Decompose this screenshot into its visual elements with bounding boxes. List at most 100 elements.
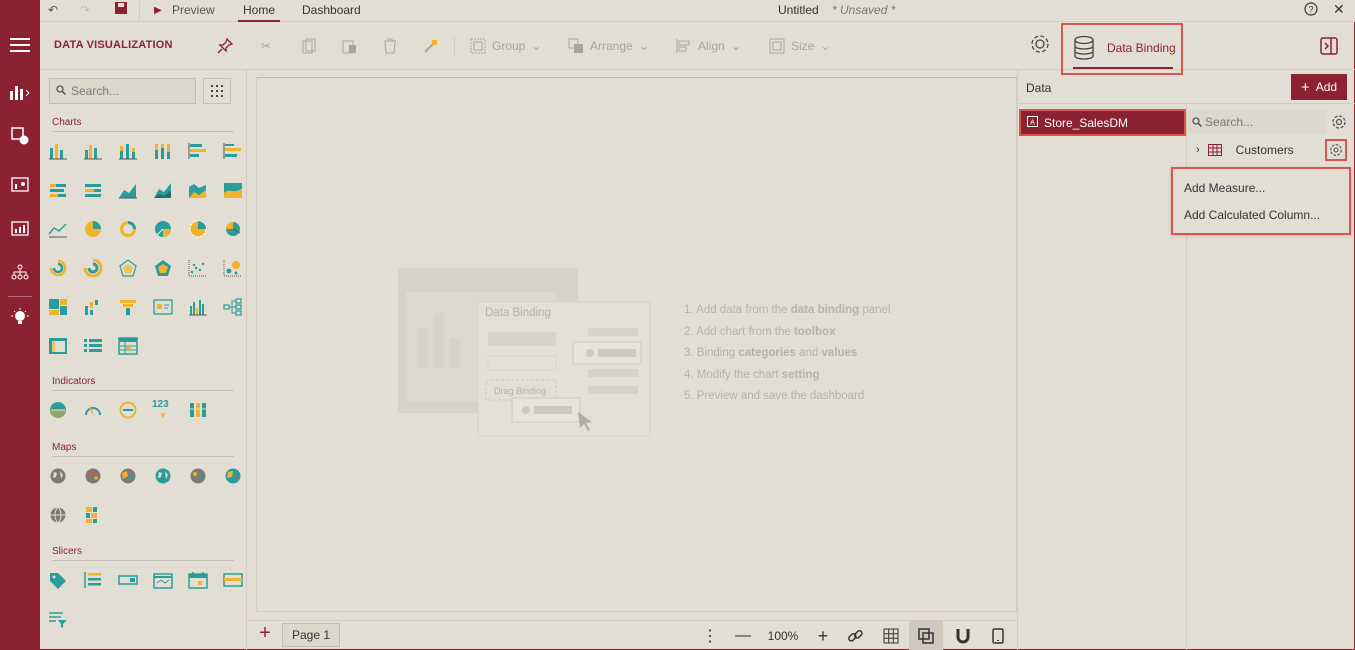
bubble-map-icon[interactable]: [83, 467, 103, 485]
pivot-grid-icon[interactable]: [48, 337, 68, 355]
redo-icon[interactable]: ↷: [80, 3, 90, 17]
zoom-out-icon[interactable]: —: [733, 626, 753, 646]
hamburger-menu-icon[interactable]: [6, 31, 34, 59]
radar-chart-icon[interactable]: [118, 259, 138, 277]
tile-map-icon[interactable]: [83, 506, 103, 524]
settings-gear-icon[interactable]: [1028, 34, 1052, 54]
polar-chart-icon[interactable]: [153, 259, 173, 277]
cut-icon[interactable]: ✂: [261, 36, 271, 56]
size-button[interactable]: Size ⌄: [769, 36, 830, 56]
card-chart-icon[interactable]: [153, 298, 173, 316]
more-options-icon[interactable]: ⋮: [700, 626, 720, 646]
pie-chart-icon[interactable]: [83, 220, 103, 238]
pie-of-pie-chart-icon[interactable]: [153, 220, 173, 238]
undo-icon[interactable]: ↶: [48, 3, 58, 17]
filled-map-icon[interactable]: [118, 467, 138, 485]
charts-nav-icon[interactable]: [6, 78, 34, 106]
area-100-chart-icon[interactable]: [188, 181, 208, 199]
add-calculated-column-menu-item[interactable]: Add Calculated Column...: [1184, 208, 1320, 222]
table-grid-icon[interactable]: [118, 337, 138, 355]
mobile-view-icon[interactable]: [988, 626, 1008, 646]
grid-view-button[interactable]: [203, 78, 231, 104]
radial-bar-chart-icon[interactable]: [48, 259, 68, 277]
schema-settings-gear-icon[interactable]: [1331, 114, 1347, 133]
heat-map-geo-icon[interactable]: [223, 467, 243, 485]
bubble-chart-icon[interactable]: [223, 259, 243, 277]
waterfall-chart-icon[interactable]: [83, 298, 103, 316]
clustered-bar-chart-icon[interactable]: [223, 142, 243, 160]
treemap-chart-icon[interactable]: [48, 298, 68, 316]
tab-dashboard[interactable]: Dashboard: [302, 3, 361, 17]
heatmap-chart-icon[interactable]: [188, 298, 208, 316]
dashboards-nav-icon[interactable]: [6, 214, 34, 242]
date-picker-slicer-icon[interactable]: [188, 571, 208, 589]
tab-home[interactable]: Home: [238, 0, 280, 22]
arrange-button[interactable]: Arrange ⌄: [568, 36, 649, 56]
schema-search-input[interactable]: Search...: [1188, 110, 1326, 134]
lightbulb-icon[interactable]: [6, 303, 34, 331]
shapes-nav-icon[interactable]: [6, 122, 34, 150]
play-icon[interactable]: ▶: [154, 5, 162, 16]
number-indicator-icon[interactable]: 123 ▼: [152, 399, 174, 420]
globe-map-icon[interactable]: [48, 506, 68, 524]
close-icon[interactable]: ✕: [1333, 1, 1345, 18]
grid-lines-icon[interactable]: [881, 626, 901, 646]
snap-to-objects-icon[interactable]: [909, 621, 943, 650]
choropleth-map-icon[interactable]: [153, 467, 173, 485]
funnel-chart-icon[interactable]: [118, 298, 138, 316]
hierarchy-chart-icon[interactable]: [223, 298, 243, 316]
add-data-button[interactable]: + Add: [1291, 74, 1347, 100]
zoom-level[interactable]: 100%: [762, 626, 804, 646]
magnet-icon[interactable]: [953, 626, 973, 646]
pin-icon[interactable]: [217, 36, 233, 56]
list-slicer-icon[interactable]: [83, 571, 103, 589]
table-settings-gear-icon[interactable]: [1325, 139, 1347, 161]
line-chart-icon[interactable]: [48, 220, 68, 238]
combo-box-slicer-icon[interactable]: [118, 571, 138, 589]
collapse-panel-icon[interactable]: [1320, 36, 1338, 56]
help-icon[interactable]: ?: [1304, 2, 1318, 19]
stacked-area-chart-icon[interactable]: [153, 181, 173, 199]
scatter-chart-icon[interactable]: [188, 259, 208, 277]
zoom-in-icon[interactable]: +: [813, 626, 833, 646]
column-chart-icon[interactable]: [48, 142, 68, 160]
stacked-bar-chart-icon[interactable]: [48, 181, 68, 199]
doughnut-chart-icon[interactable]: [118, 220, 138, 238]
format-painter-icon[interactable]: [423, 36, 439, 56]
world-map-icon[interactable]: [48, 467, 68, 485]
sunburst-chart-icon[interactable]: [83, 259, 103, 277]
add-measure-menu-item[interactable]: Add Measure...: [1184, 181, 1265, 195]
data-binding-tab[interactable]: Data Binding: [1061, 23, 1183, 75]
hierarchy-nav-icon[interactable]: [6, 258, 34, 286]
bar-chart-icon[interactable]: [188, 142, 208, 160]
group-button[interactable]: Group ⌄: [470, 36, 541, 56]
kpi-card-icon[interactable]: [48, 401, 68, 419]
delete-icon[interactable]: [383, 36, 397, 56]
link-icon[interactable]: [845, 626, 865, 646]
tree-item-customers[interactable]: › Customers: [1196, 143, 1294, 157]
stacked-100-column-icon[interactable]: [153, 142, 173, 160]
data-sources-nav-icon[interactable]: [6, 170, 34, 198]
marker-map-icon[interactable]: [188, 467, 208, 485]
list-grid-icon[interactable]: [83, 337, 103, 355]
paste-icon[interactable]: [341, 36, 357, 56]
chevron-right-icon[interactable]: ›: [1196, 144, 1200, 156]
stacked-100-bar-icon[interactable]: [83, 181, 103, 199]
preview-button[interactable]: Preview: [172, 3, 215, 17]
align-button[interactable]: Align ⌄: [676, 36, 741, 56]
copy-icon[interactable]: [302, 36, 316, 56]
add-page-icon[interactable]: +: [255, 622, 275, 644]
save-icon[interactable]: [115, 2, 127, 17]
number-card-icon[interactable]: [118, 401, 138, 419]
gauge-icon[interactable]: [83, 401, 103, 419]
filter-list-icon[interactable]: [48, 610, 68, 628]
stacked-column-chart-icon[interactable]: [118, 142, 138, 160]
progress-bar-icon[interactable]: [188, 401, 208, 419]
toolbox-search-input[interactable]: Search...: [49, 78, 196, 104]
page-tab[interactable]: Page 1: [282, 623, 340, 647]
clustered-column-chart-icon[interactable]: [83, 142, 103, 160]
funnel-pie-chart-icon[interactable]: [188, 220, 208, 238]
datasource-item[interactable]: A Store_SalesDM: [1019, 109, 1186, 136]
tag-slicer-icon[interactable]: [48, 571, 68, 589]
range-navigator-slicer-icon[interactable]: [223, 571, 243, 589]
